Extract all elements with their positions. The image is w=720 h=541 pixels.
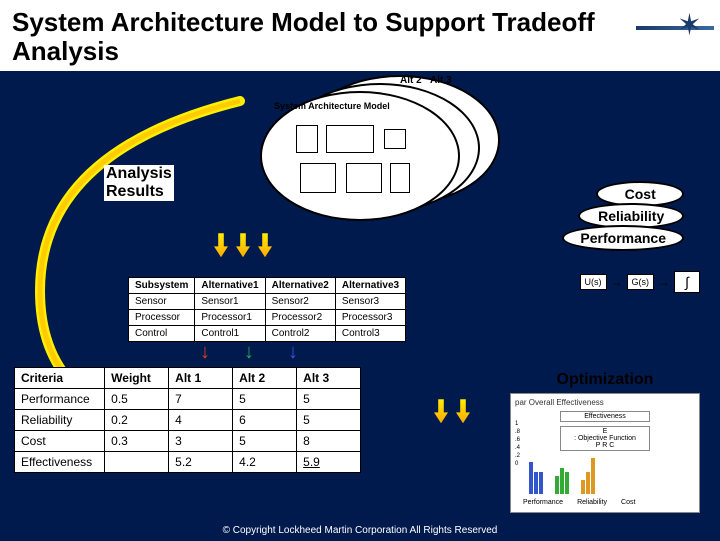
colored-down-arrows: ↓ ↓ ↓ (200, 341, 298, 364)
down-arrows-top (214, 233, 272, 257)
system-architecture-model-label: System Architecture Model (274, 101, 390, 111)
col-alt3: Alt 3 (297, 368, 361, 389)
block-g: G(s) (627, 274, 655, 290)
opt-bar-labels: Performance Reliability Cost (523, 499, 635, 506)
table-row: ControlControl1Control2Control3 (129, 326, 406, 342)
optimization-panel: Optimization par Overall Effectiveness E… (510, 371, 700, 513)
lockheed-star-icon (636, 8, 708, 56)
table-row: Reliability0.2465 (15, 410, 361, 431)
table-row-effectiveness: Effectiveness5.24.25.9 (15, 452, 361, 473)
title-bar: System Architecture Model to Support Tra… (0, 0, 720, 71)
col-subsystem: Subsystem (129, 278, 195, 294)
analysis-type-tags: Cost Reliability Performance (562, 181, 684, 247)
col-alt2: Alt 2 (233, 368, 297, 389)
table-row: Performance0.5755 (15, 389, 361, 410)
criteria-weight-table: Criteria Weight Alt 1 Alt 2 Alt 3 Perfor… (14, 367, 361, 473)
col-alt2: Alternative2 (265, 278, 335, 294)
alt-label-2: Alt 2 (400, 75, 422, 86)
arrow-down-icon (214, 233, 228, 257)
col-alt1: Alt 1 (169, 368, 233, 389)
arrow-down-red-icon: ↓ (200, 341, 210, 364)
content-area: Alt 2 Alt 3 System Architecture Model An… (0, 71, 720, 541)
table-row: SensorSensor1Sensor2Sensor3 (129, 294, 406, 310)
arrow-down-blue-icon: ↓ (288, 341, 298, 364)
optimization-chart: par Overall Effectiveness Effectiveness … (510, 393, 700, 513)
arrow-down-icon (258, 233, 272, 257)
opt-bars (529, 448, 595, 494)
page-title: System Architecture Model to Support Tra… (12, 8, 636, 65)
table-row: Cost0.3358 (15, 431, 361, 452)
tag-performance: Performance (562, 225, 684, 251)
col-alt3: Alternative3 (335, 278, 405, 294)
table-row: ProcessorProcessor1Processor2Processor3 (129, 310, 406, 326)
down-arrows-right (434, 399, 470, 423)
copyright-footer: © Copyright Lockheed Martin Corporation … (0, 525, 720, 536)
optimization-label: Optimization (510, 371, 700, 389)
subsystem-alternatives-table: Subsystem Alternative1 Alternative2 Alte… (128, 277, 406, 342)
opt-chart-title: par Overall Effectiveness (515, 398, 695, 407)
arrow-right-icon: → (611, 275, 623, 289)
architecture-mini-diagram (292, 121, 422, 203)
alt-label-3: Alt 3 (430, 75, 452, 86)
arrow-down-green-icon: ↓ (244, 341, 254, 364)
col-alt1: Alternative1 (195, 278, 265, 294)
col-criteria: Criteria (15, 368, 105, 389)
arrow-down-icon (456, 399, 470, 423)
analysis-results-label: Analysis Results (104, 165, 174, 201)
col-weight: Weight (105, 368, 169, 389)
block-u: U(s) (580, 274, 607, 290)
block-integral: ∫ (674, 271, 700, 293)
performance-block-diagram: U(s) → G(s) → ∫ (580, 271, 701, 293)
arrow-right-icon: → (658, 275, 670, 289)
arrow-down-icon (434, 399, 448, 423)
opt-y-axis: 1.8.6.4.20 (515, 420, 520, 468)
effectiveness-box: Effectiveness (560, 411, 650, 422)
arrow-down-icon (236, 233, 250, 257)
